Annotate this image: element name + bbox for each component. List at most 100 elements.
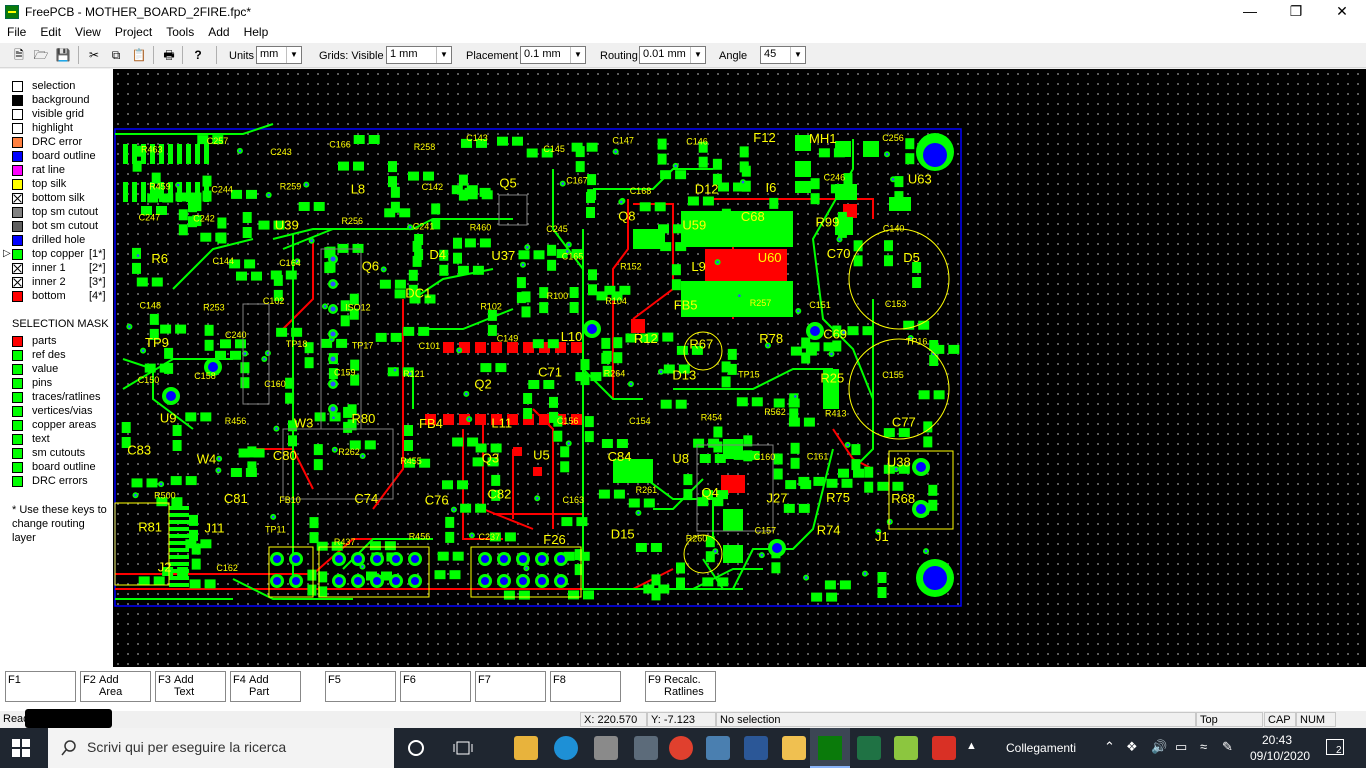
pcb-ref-label[interactable]: R260 <box>686 533 708 543</box>
layer-row-top-copper[interactable]: top copper [1*] <box>12 247 106 261</box>
pcb-ref-label[interactable]: C256 <box>882 133 904 143</box>
pcb-ref-label[interactable]: J11 <box>205 521 225 536</box>
pcb-ref-label[interactable]: MH1 <box>809 131 836 146</box>
pcb-ref-label[interactable]: C157 <box>755 526 777 536</box>
dropbox-icon[interactable]: ❖ <box>1126 739 1138 755</box>
pcb-ref-label[interactable]: C154 <box>629 416 651 426</box>
layer-color-swatch[interactable] <box>12 234 23 246</box>
pcb-ref-label[interactable]: R121 <box>403 369 425 379</box>
pcb-ref-label[interactable]: R81 <box>138 520 162 535</box>
chrome-browser-icon[interactable] <box>669 736 693 760</box>
layer-color-swatch[interactable] <box>12 80 23 92</box>
pcb-ref-label[interactable]: C142 <box>422 182 444 192</box>
pcb-ref-label[interactable]: R463 <box>141 144 163 154</box>
pcb-ref-label[interactable]: C148 <box>140 300 162 310</box>
pcb-ref-label[interactable]: L11 <box>491 415 512 430</box>
pcb-ref-label[interactable]: C71 <box>538 365 562 380</box>
function-key-f9[interactable]: F9 Recalc. Ratlines <box>645 671 716 702</box>
angle-select[interactable]: 45 ▼ <box>760 46 806 64</box>
pcb-ref-label[interactable]: R67 <box>689 337 713 352</box>
print-icon[interactable]: 🖶 <box>161 47 177 63</box>
pcb-ref-label[interactable]: R74 <box>817 523 841 538</box>
function-key-f3[interactable]: F3 Add Text <box>155 671 226 702</box>
pcb-drawing[interactable]: R463 C257 C243 C166 R258 C143 C145 C147 C146 F12 M… <box>113 69 1366 667</box>
pcb-ref-label[interactable]: C83 <box>127 443 151 458</box>
copy-icon[interactable]: ⧉ <box>108 47 124 63</box>
pcb-ref-label[interactable]: C247 <box>139 213 161 223</box>
pcb-ref-label[interactable]: R75 <box>826 490 850 505</box>
pcb-ref-label[interactable]: C74 <box>354 491 378 506</box>
pcb-ref-label[interactable]: Q3 <box>482 450 499 465</box>
mask-row-sm-cutouts[interactable]: sm cutouts <box>12 446 85 460</box>
pcb-ref-label[interactable]: L8 <box>351 182 365 197</box>
layer-color-swatch[interactable] <box>12 136 23 148</box>
pcb-ref-label[interactable]: C146 <box>686 136 708 146</box>
pcb-ref-label[interactable]: J2 <box>158 560 172 575</box>
file-explorer-icon[interactable] <box>514 736 538 760</box>
units-select[interactable]: mm ▼ <box>256 46 302 64</box>
minimize-button[interactable]: — <box>1227 0 1273 23</box>
pcb-ref-label[interactable]: D12 <box>695 181 719 196</box>
pcb-ref-label[interactable]: C149 <box>497 334 519 344</box>
excel-icon[interactable] <box>857 736 881 760</box>
pcb-ref-label[interactable]: C147 <box>612 136 634 146</box>
mask-toggle-swatch[interactable] <box>12 447 23 459</box>
pcb-ref-label[interactable]: R456 <box>225 416 247 426</box>
clock-time[interactable]: 20:43 <box>1262 733 1292 747</box>
pcb-ref-label[interactable]: C241 <box>413 222 435 232</box>
mask-row-board-outline[interactable]: board outline <box>12 460 96 474</box>
layer-row-inner-1[interactable]: inner 1 [2*] <box>12 261 106 275</box>
pcb-ref-label[interactable]: R262 <box>338 447 360 457</box>
pcb-ref-label[interactable]: C101 <box>419 341 441 351</box>
pcb-ref-label[interactable]: J1 <box>875 529 889 544</box>
pcb-ref-label[interactable]: C240 <box>225 330 247 340</box>
pcb-ref-label[interactable]: R25 <box>820 370 844 385</box>
pcb-ref-label[interactable]: R454 <box>701 413 723 423</box>
pcb-ref-label[interactable]: TP9 <box>145 335 169 350</box>
pcb-ref-label[interactable]: C153 <box>885 299 907 309</box>
pcb-ref-label[interactable]: C140 <box>883 224 905 234</box>
mask-row-drc-errors[interactable]: DRC errors <box>12 474 88 488</box>
layer-row-bot-sm-cutout[interactable]: bot sm cutout <box>12 219 98 233</box>
pcb-ref-label[interactable]: U39 <box>275 218 299 233</box>
function-key-f6[interactable]: F6 <box>400 671 471 702</box>
pcb-ref-label[interactable]: U9 <box>160 410 177 425</box>
help-icon[interactable]: ? <box>190 47 206 63</box>
pcb-ref-label[interactable]: C143 <box>466 133 488 143</box>
pcb-ref-label[interactable]: R456 <box>409 532 431 542</box>
pcb-ref-label[interactable]: F26 <box>543 532 565 547</box>
pcb-ref-label[interactable]: C76 <box>425 492 449 507</box>
remote-app-icon[interactable] <box>634 736 658 760</box>
snipping-tool-icon[interactable] <box>706 736 730 760</box>
pcb-ref-label[interactable]: C82 <box>488 486 512 501</box>
pcb-ref-label[interactable]: C237 <box>479 532 501 542</box>
function-key-f4[interactable]: F4 Add Part <box>230 671 301 702</box>
pcb-ref-label[interactable]: Q6 <box>362 259 379 274</box>
pcb-ref-label[interactable]: C150 <box>138 375 160 385</box>
layer-color-swatch[interactable] <box>12 262 23 274</box>
cortana-icon[interactable] <box>407 739 425 757</box>
mask-toggle-swatch[interactable] <box>12 475 23 487</box>
pcb-ref-label[interactable]: C159 <box>334 367 356 377</box>
layer-color-swatch[interactable] <box>12 164 23 176</box>
layer-color-swatch[interactable] <box>12 94 23 106</box>
pcb-ref-label[interactable]: C156 <box>557 416 579 426</box>
mask-row-traces-ratlines[interactable]: traces/ratlines <box>12 390 100 404</box>
pcb-ref-label[interactable]: U5 <box>533 448 550 463</box>
pcb-ref-label[interactable]: R562 <box>764 407 786 417</box>
pcb-ref-label[interactable]: C102 <box>263 296 285 306</box>
pcb-ref-label[interactable]: R152 <box>620 262 642 272</box>
pcb-ref-label[interactable]: D4 <box>429 247 446 262</box>
pcb-ref-label[interactable]: C84 <box>608 449 632 464</box>
layer-color-swatch[interactable] <box>12 248 23 260</box>
function-key-f8[interactable]: F8 <box>550 671 621 702</box>
pcb-ref-label[interactable]: W4 <box>197 452 217 467</box>
pcb-ref-label[interactable]: C165 <box>562 252 584 262</box>
pcb-ref-label[interactable]: TP17 <box>352 341 374 351</box>
pcb-ref-label[interactable]: D13 <box>672 367 696 382</box>
close-button[interactable]: ✕ <box>1319 0 1365 23</box>
layer-color-swatch[interactable] <box>12 122 23 134</box>
layer-row-board-outline[interactable]: board outline <box>12 149 96 163</box>
pcb-ref-label[interactable]: ISO12 <box>345 303 371 313</box>
task-view-icon[interactable] <box>453 739 473 757</box>
